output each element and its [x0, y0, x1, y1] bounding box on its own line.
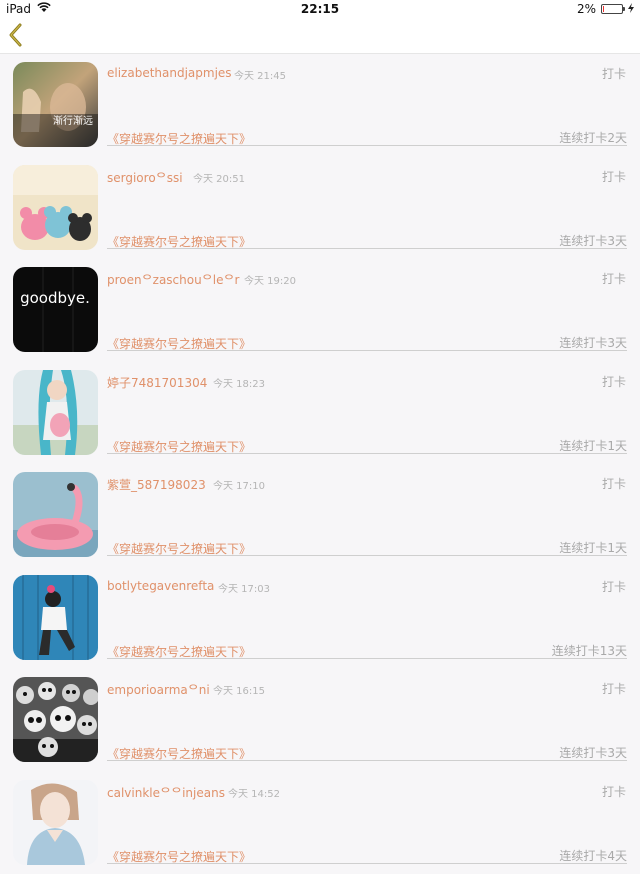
battery-percent: 2%: [577, 2, 596, 16]
avatar[interactable]: [13, 370, 98, 455]
checkin-label: 打卡: [602, 270, 626, 287]
list-item[interactable]: 婷子7481701304 今天 18:23 打卡 《穿越赛尔号之撩遍天下》 连续…: [0, 362, 640, 465]
username[interactable]: 紫萱_587198023: [107, 476, 206, 493]
battery-icon: [601, 4, 623, 14]
streak-count: 连续打卡1天: [559, 437, 627, 454]
timestamp: 今天 20:51: [193, 170, 245, 185]
streak-count: 连续打卡3天: [559, 232, 627, 249]
status-bar: iPad 22:15 2%: [0, 0, 640, 18]
streak-count: 连续打卡13天: [552, 642, 627, 659]
status-right: 2%: [577, 2, 634, 16]
avatar[interactable]: [13, 165, 98, 250]
avatar[interactable]: [13, 677, 98, 762]
checkin-label: 打卡: [602, 578, 626, 595]
divider: [107, 658, 627, 659]
list-item[interactable]: botlytegavenrefta 今天 17:03 打卡 《穿越赛尔号之撩遍天…: [0, 567, 640, 670]
list-item[interactable]: goodbye. proenᄋzaschouᄋleᄋr 今天 19:20 打卡 …: [0, 259, 640, 362]
username[interactable]: botlytegavenrefta: [107, 579, 214, 593]
charging-icon: [628, 2, 634, 16]
streak-count: 连续打卡2天: [559, 129, 627, 146]
avatar[interactable]: goodbye.: [13, 267, 98, 352]
divider: [107, 760, 627, 761]
divider: [107, 248, 627, 249]
username[interactable]: emporioarmaᄋni: [107, 681, 210, 698]
divider: [107, 145, 627, 146]
list-item[interactable]: emporioarmaᄋni 今天 16:15 打卡 《穿越赛尔号之撩遍天下》 …: [0, 669, 640, 772]
timestamp: 今天 14:52: [228, 785, 280, 800]
checkin-label: 打卡: [602, 783, 626, 800]
timestamp: 今天 21:45: [234, 67, 286, 82]
checkin-label: 打卡: [602, 680, 626, 697]
timestamp: 今天 16:15: [213, 682, 265, 697]
avatar[interactable]: [13, 780, 98, 865]
svg-text:goodbye.: goodbye.: [20, 289, 90, 307]
checkin-label: 打卡: [602, 475, 626, 492]
divider: [107, 863, 627, 864]
avatar[interactable]: [13, 472, 98, 557]
username[interactable]: calvinkleᄋᄋinjeans: [107, 784, 225, 801]
checkin-label: 打卡: [602, 65, 626, 82]
streak-count: 连续打卡1天: [559, 539, 627, 556]
list-item[interactable]: sergioroᄋssi 今天 20:51 打卡 《穿越赛尔号之撩遍天下》 连续…: [0, 157, 640, 260]
checkin-label: 打卡: [602, 168, 626, 185]
list-item[interactable]: calvinkleᄋᄋinjeans 今天 14:52 打卡 《穿越赛尔号之撩遍…: [0, 772, 640, 874]
checkin-label: 打卡: [602, 373, 626, 390]
timestamp: 今天 19:20: [244, 272, 296, 287]
timestamp: 今天 17:03: [218, 580, 270, 595]
streak-count: 连续打卡3天: [559, 334, 627, 351]
avatar[interactable]: 渐行渐远: [13, 62, 98, 147]
back-button[interactable]: [6, 22, 28, 48]
checkin-list: 渐行渐远 elizabethandjapmjes 今天 21:45 打卡 《穿越…: [0, 54, 640, 874]
clock: 22:15: [0, 2, 640, 16]
timestamp: 今天 18:23: [213, 375, 265, 390]
divider: [107, 350, 627, 351]
username[interactable]: proenᄋzaschouᄋleᄋr: [107, 271, 239, 288]
username[interactable]: elizabethandjapmjes: [107, 66, 232, 80]
divider: [107, 453, 627, 454]
list-item[interactable]: 紫萱_587198023 今天 17:10 打卡 《穿越赛尔号之撩遍天下》 连续…: [0, 464, 640, 567]
divider: [107, 555, 627, 556]
streak-count: 连续打卡4天: [559, 847, 627, 864]
svg-text:渐行渐远: 渐行渐远: [53, 114, 93, 127]
nav-bar: [0, 18, 640, 54]
username[interactable]: 婷子7481701304: [107, 374, 207, 391]
streak-count: 连续打卡3天: [559, 744, 627, 761]
chevron-left-icon: [6, 22, 28, 48]
list-item[interactable]: 渐行渐远 elizabethandjapmjes 今天 21:45 打卡 《穿越…: [0, 54, 640, 157]
username[interactable]: sergioroᄋssi: [107, 169, 183, 186]
timestamp: 今天 17:10: [213, 477, 265, 492]
avatar[interactable]: [13, 575, 98, 660]
